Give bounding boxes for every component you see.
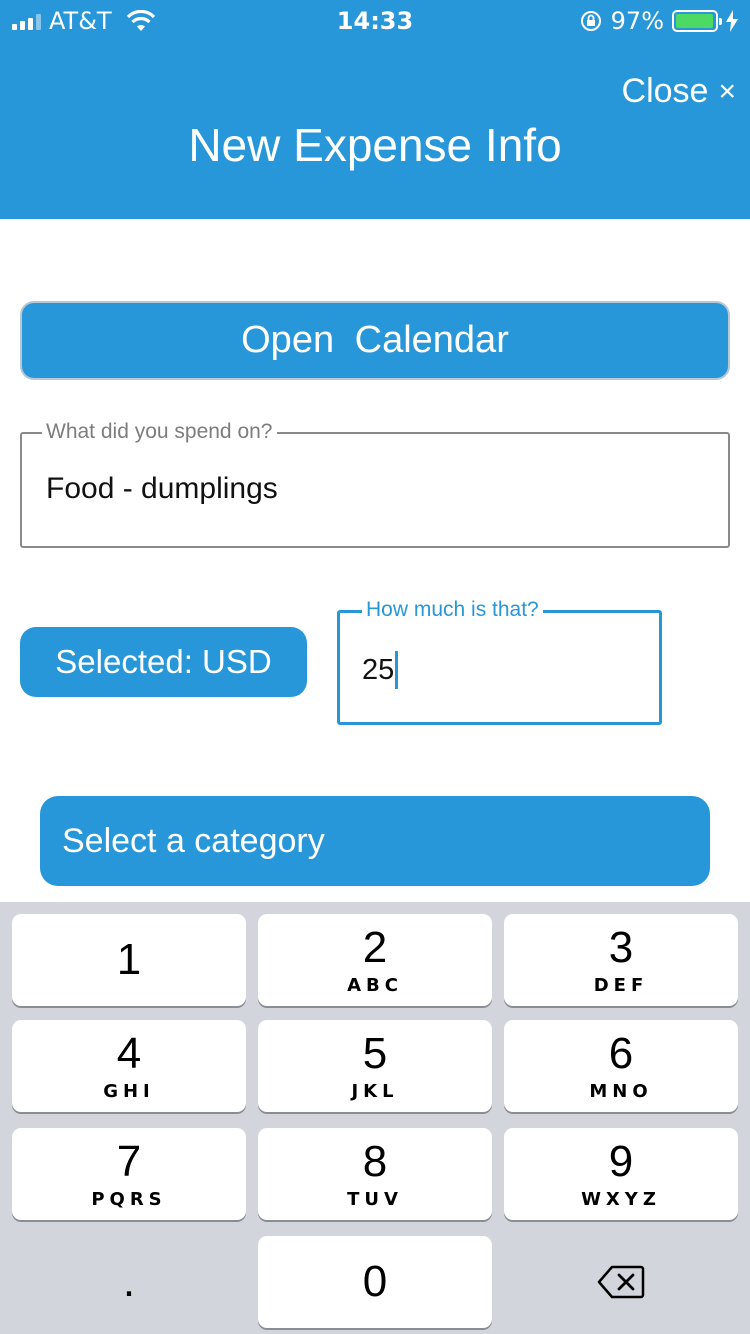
text-cursor — [395, 651, 399, 689]
open-calendar-button[interactable]: Open Calendar — [20, 301, 730, 380]
amount-text: 25 — [362, 653, 395, 686]
key-6[interactable]: 6 MNO — [504, 1020, 738, 1112]
close-button[interactable]: Close × — [622, 72, 736, 111]
spend-field-label: What did you spend on? — [42, 420, 277, 444]
numeric-keyboard: 1 2 ABC 3 DEF 4 GHI 5 JKL 6 MNO 7 PQRS 8 TUV 9W… — [0, 902, 750, 1334]
amount-field-label: How much is that? — [362, 598, 543, 622]
key-4[interactable]: 4 GHI — [12, 1020, 246, 1112]
close-label: Close — [621, 72, 709, 110]
key-5[interactable]: 5 JKL — [258, 1020, 492, 1112]
spend-field-value[interactable]: Food - dumplings — [46, 472, 278, 506]
battery-icon — [672, 10, 722, 32]
orientation-lock-icon — [580, 11, 601, 31]
key-1[interactable]: 1 — [12, 914, 246, 1006]
key-8[interactable]: 8 TUV — [258, 1128, 492, 1220]
header: AT&T 14:33 97% Close × New Expense Info — [0, 0, 750, 219]
status-bar: AT&T 14:33 97% — [0, 0, 750, 42]
delete-key[interactable] — [504, 1236, 738, 1328]
key-0[interactable]: 0 — [258, 1236, 492, 1328]
key-decimal[interactable]: . — [12, 1236, 246, 1328]
spend-field[interactable]: What did you spend on? Food - dumplings — [20, 420, 730, 548]
select-category-button[interactable]: Select a category — [40, 796, 710, 886]
page-title: New Expense Info — [188, 119, 562, 171]
backspace-icon — [597, 1265, 645, 1299]
charging-bolt-icon — [726, 10, 738, 32]
close-icon: × — [718, 74, 736, 108]
key-7[interactable]: 7 PQRS — [12, 1128, 246, 1220]
key-3[interactable]: 3 DEF — [504, 914, 738, 1006]
amount-field-value[interactable]: 25 — [362, 651, 399, 689]
battery-percent: 97% — [610, 7, 664, 35]
key-2[interactable]: 2 ABC — [258, 914, 492, 1006]
key-9[interactable]: 9 WXYZ — [504, 1128, 738, 1220]
currency-select-button[interactable]: Selected: USD — [20, 627, 307, 697]
amount-field[interactable]: How much is that? 25 — [337, 598, 662, 725]
